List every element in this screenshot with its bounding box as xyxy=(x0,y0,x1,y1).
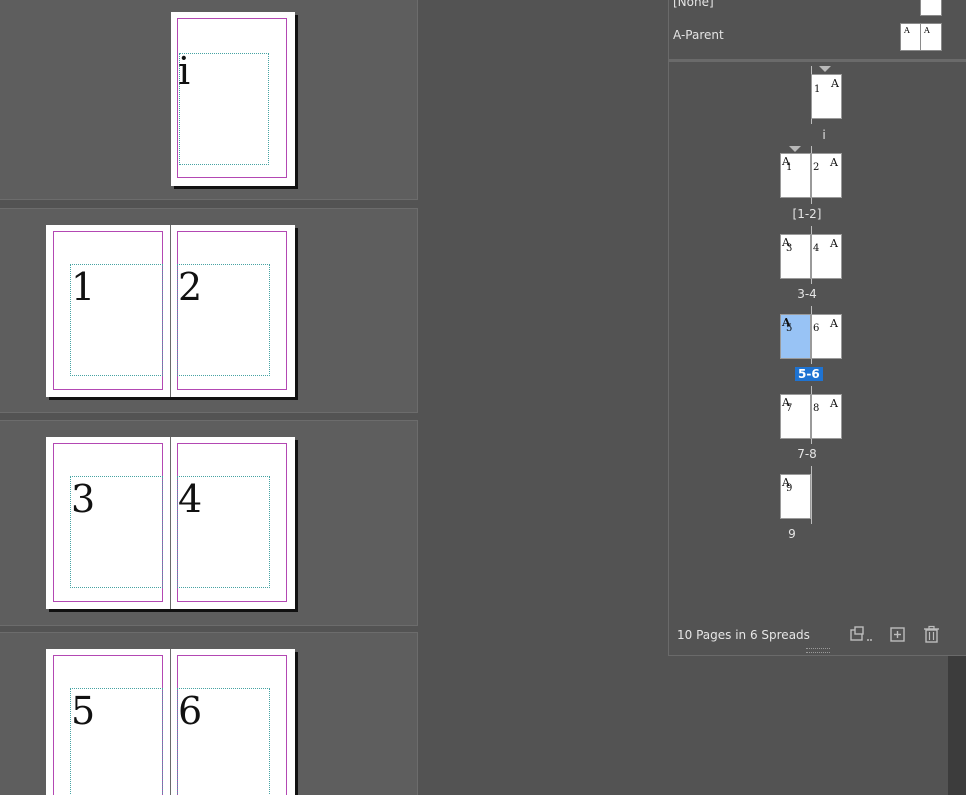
new-page-icon[interactable] xyxy=(888,625,910,645)
page-thumb-5[interactable]: A 5 xyxy=(780,314,811,359)
parent-pages-section: [None] A-Parent A A xyxy=(669,0,966,60)
page-thumb-8[interactable]: 8 A xyxy=(811,394,842,439)
page-count-text: 10 Pages in 6 Spreads xyxy=(677,628,810,642)
spine xyxy=(170,649,171,795)
thumb-page-number: 4 xyxy=(813,243,820,254)
parent-item-none[interactable]: [None] xyxy=(669,0,966,16)
thumb-parent-letter: A xyxy=(830,156,838,169)
pages-panel-footer: 10 Pages in 6 Spreads xyxy=(669,615,966,655)
thumb-page-number: 2 xyxy=(813,162,820,173)
spread-label[interactable]: 9 xyxy=(787,527,797,541)
thumb-parent-letter: A xyxy=(830,397,838,410)
spread-3-4[interactable]: 3 4 xyxy=(46,437,295,609)
page-number: i xyxy=(178,49,191,93)
edit-page-size-icon[interactable] xyxy=(849,625,872,645)
page-number: 6 xyxy=(178,689,203,733)
page-thumb-9[interactable]: A 9 xyxy=(780,474,811,519)
thumb-page-number: 6 xyxy=(813,323,820,334)
parent-thumb-right[interactable]: A xyxy=(920,23,942,51)
canvas-scrollbar[interactable] xyxy=(948,656,966,795)
thumb-parent-letter: A xyxy=(831,77,839,90)
parent-thumb-left[interactable]: A xyxy=(900,23,921,51)
spread-5-6[interactable]: 5 6 xyxy=(46,649,295,795)
page-thumb-4[interactable]: 4 A xyxy=(811,234,842,279)
parent-label: A-Parent xyxy=(673,28,724,42)
spread-label[interactable]: [1-2] xyxy=(787,207,827,221)
text-frame[interactable] xyxy=(179,53,269,165)
parent-letter: A xyxy=(904,26,910,35)
page-i[interactable]: i xyxy=(171,12,295,186)
spread-label[interactable]: 7-8 xyxy=(792,447,822,461)
spread-label[interactable]: i xyxy=(819,128,829,142)
parent-label: [None] xyxy=(673,0,714,9)
parent-thumb[interactable] xyxy=(920,0,942,16)
parent-letter: A xyxy=(924,26,930,35)
page-number: 2 xyxy=(178,265,203,309)
thumb-page-number: 8 xyxy=(813,403,820,414)
thumb-parent-letter: A xyxy=(830,237,838,250)
page-thumb-2[interactable]: 2 A xyxy=(811,153,842,198)
thumb-page-number: 3 xyxy=(786,243,793,254)
page-number: 5 xyxy=(71,689,96,733)
pages-panel: [None] A-Parent A A 1 A i A 1 2 A [1-2] … xyxy=(668,0,966,656)
panel-resize-grip[interactable] xyxy=(806,648,830,653)
page-thumb-i[interactable]: 1 A xyxy=(811,74,842,119)
delete-page-icon[interactable] xyxy=(922,625,944,645)
page-number: 1 xyxy=(71,265,96,309)
page-thumb-7[interactable]: A 7 xyxy=(780,394,811,439)
thumb-page-number: 1 xyxy=(814,84,821,95)
page-thumb-1[interactable]: A 1 xyxy=(780,153,811,198)
thumb-page-number: 9 xyxy=(786,483,793,494)
thumb-parent-letter: A xyxy=(830,317,838,330)
thumb-page-number: 7 xyxy=(786,403,793,414)
spine xyxy=(170,225,171,397)
page-spreads-list[interactable]: 1 A i A 1 2 A [1-2] A 3 4 A 3-4 A 5 6 A … xyxy=(669,62,966,617)
spread-1-2[interactable]: 1 2 xyxy=(46,225,295,397)
spread-label-selected[interactable]: 5-6 xyxy=(795,367,823,381)
page-number: 3 xyxy=(71,477,96,521)
page-number: 4 xyxy=(178,477,203,521)
page-thumb-6[interactable]: 6 A xyxy=(811,314,842,359)
spread-marker-icon xyxy=(789,146,801,152)
spine-line xyxy=(811,466,812,524)
thumb-page-number: 1 xyxy=(786,162,793,173)
spread-label[interactable]: 3-4 xyxy=(792,287,822,301)
page-thumb-3[interactable]: A 3 xyxy=(780,234,811,279)
spine xyxy=(170,437,171,609)
thumb-page-number: 5 xyxy=(786,323,793,334)
spread-marker-icon xyxy=(819,66,831,72)
parent-item-a-parent[interactable]: A-Parent A A xyxy=(669,23,966,51)
